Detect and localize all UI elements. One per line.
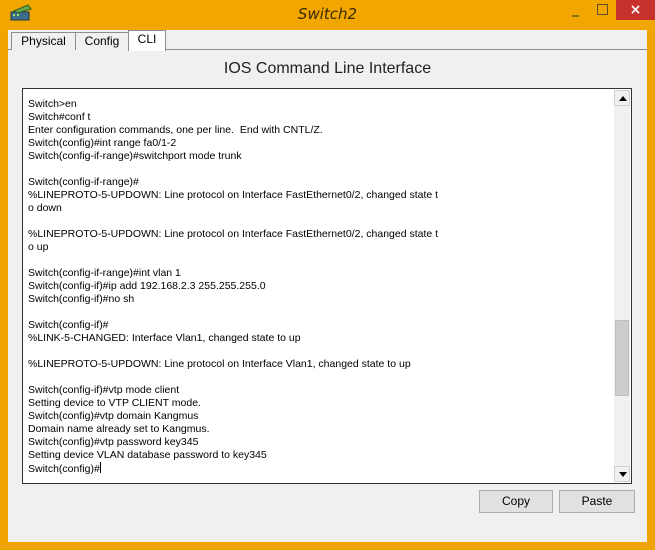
cli-output-line bbox=[28, 163, 614, 176]
tab-physical[interactable]: Physical bbox=[11, 32, 76, 50]
cli-output-line bbox=[28, 371, 614, 384]
scroll-down-arrow-icon[interactable] bbox=[614, 466, 630, 482]
window-title: Switch2 bbox=[297, 5, 358, 23]
window-client: Physical Config CLI IOS Command Line Int… bbox=[8, 30, 647, 542]
cli-output-line: Switch(config-if-range)#int vlan 1 bbox=[28, 267, 181, 279]
cli-output-line: Switch(config-if)#no sh bbox=[28, 293, 135, 305]
cli-output-line: Switch(config)#int range fa0/1-2 bbox=[28, 137, 177, 149]
cli-output-line: Switch(config-if)#ip add 192.168.2.3 255… bbox=[28, 280, 266, 292]
cli-output[interactable]: Switch>en Switch#conf t Enter configuratio… bbox=[28, 98, 614, 480]
cli-output-line: Enter configuration commands, one per li… bbox=[28, 124, 323, 136]
cli-output-line: Domain name already set to Kangmus. bbox=[28, 423, 210, 435]
terminal-scrollbar[interactable] bbox=[614, 90, 630, 482]
tab-bar: Physical Config CLI bbox=[8, 30, 647, 51]
scrollbar-thumb[interactable] bbox=[615, 320, 629, 396]
cli-heading: IOS Command Line Interface bbox=[223, 60, 432, 77]
cli-prompt-line: Switch(config)# bbox=[28, 462, 614, 476]
cli-output-line: Switch#conf t bbox=[28, 111, 91, 123]
cli-output-line: Switch(config-if-range)#switchport mode … bbox=[28, 150, 242, 162]
cli-output-line: Switch(config-if)#vtp mode client bbox=[28, 384, 180, 396]
cli-output-line: Switch(config)#vtp password key345 bbox=[28, 436, 199, 448]
cli-output-line: Switch(config-if-range)# bbox=[28, 176, 139, 188]
cli-output-line: o down bbox=[28, 202, 62, 214]
cli-output-line: o up bbox=[28, 241, 49, 253]
cli-prompt: Switch(config)# bbox=[28, 463, 100, 475]
cli-output-line bbox=[28, 254, 614, 267]
cli-terminal[interactable]: Switch>en Switch#conf t Enter configuratio… bbox=[22, 88, 632, 484]
cli-output-line: Switch(config)#vtp domain Kangmus bbox=[28, 410, 199, 422]
cli-output-line: %LINEPROTO-5-UPDOWN: Line protocol on In… bbox=[28, 189, 439, 201]
cli-output-line bbox=[28, 306, 614, 319]
device-window: Switch2 _ □ × Physical Config CLI IOS Co… bbox=[0, 0, 655, 550]
cli-output-line: Setting device to VTP CLIENT mode. bbox=[28, 397, 201, 409]
cli-output-line: %LINEPROTO-5-UPDOWN: Line protocol on In… bbox=[28, 358, 411, 370]
copy-button[interactable]: Copy bbox=[479, 490, 553, 513]
maximize-button[interactable]: □ bbox=[589, 0, 616, 20]
tab-config[interactable]: Config bbox=[75, 32, 129, 50]
paste-button[interactable]: Paste bbox=[559, 490, 635, 513]
cli-output-line: Setting device VLAN database password to… bbox=[28, 449, 267, 461]
cli-output-line: %LINK-5-CHANGED: Interface Vlan1, change… bbox=[28, 332, 301, 344]
cli-output-line bbox=[28, 215, 614, 228]
tab-cli[interactable]: CLI bbox=[128, 30, 166, 51]
minimize-button[interactable]: _ bbox=[562, 0, 589, 20]
scroll-up-arrow-icon[interactable] bbox=[614, 90, 630, 106]
title-bar[interactable]: Switch2 _ □ × bbox=[0, 0, 655, 30]
text-cursor bbox=[99, 462, 101, 473]
close-button[interactable]: × bbox=[616, 0, 655, 20]
cli-panel: IOS Command Line Interface Switch>en Swit… bbox=[8, 50, 647, 542]
cli-output-line bbox=[28, 345, 614, 358]
cli-output-line: Switch>en bbox=[28, 98, 77, 110]
cli-output-line: %LINEPROTO-5-UPDOWN: Line protocol on In… bbox=[28, 228, 439, 240]
cli-output-line: Switch(config-if)# bbox=[28, 319, 109, 331]
